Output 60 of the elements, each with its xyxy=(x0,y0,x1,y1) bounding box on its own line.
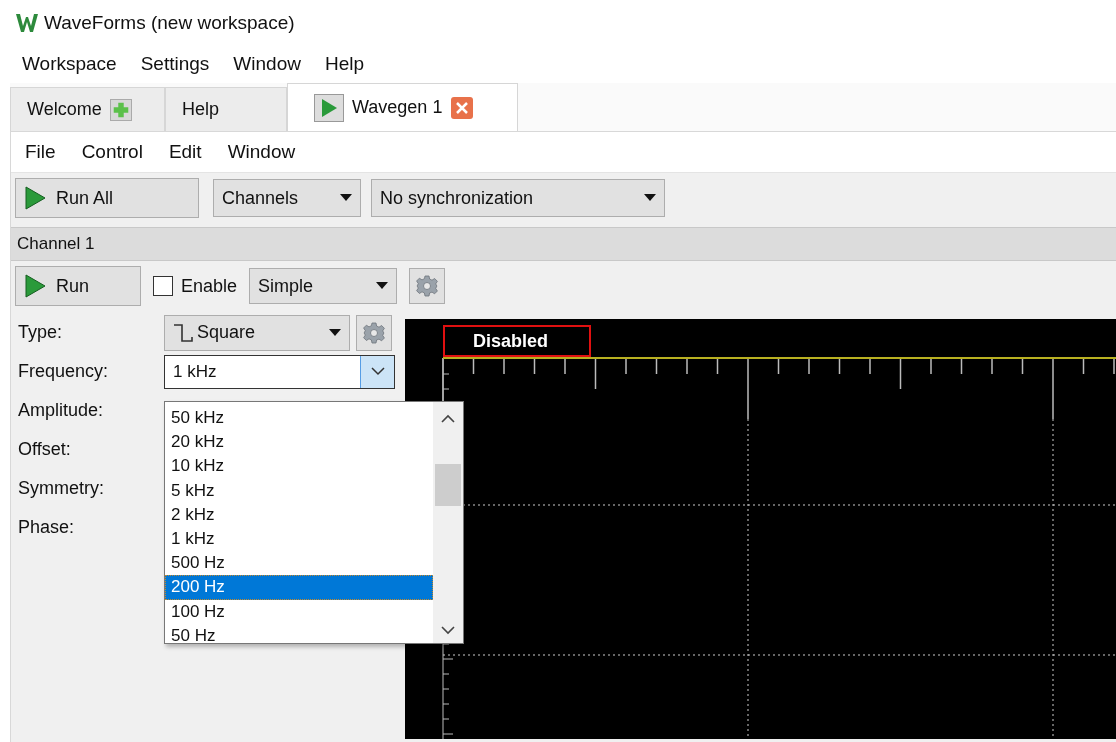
tab[interactable]: Help xyxy=(165,87,287,131)
caret-icon xyxy=(340,194,352,202)
field-label: Amplitude: xyxy=(18,400,105,421)
dropdown-option[interactable]: 500 Hz xyxy=(165,551,433,576)
menu-item[interactable]: Edit xyxy=(158,137,212,167)
frequency-combo[interactable]: 1 kHz xyxy=(164,354,395,389)
run-all-button[interactable]: Run All xyxy=(15,178,199,218)
logo-icon xyxy=(16,12,38,33)
dropdown-option[interactable]: 200 Hz xyxy=(165,575,433,600)
mode-dropdown[interactable]: Simple xyxy=(249,268,398,304)
type-dropdown[interactable]: Square xyxy=(164,314,350,351)
dropdown-option[interactable]: 20 kHz xyxy=(165,430,433,455)
menu-item[interactable]: File xyxy=(15,137,66,167)
menu-item[interactable]: Window xyxy=(223,49,311,79)
add-icon[interactable] xyxy=(109,98,132,121)
dropdown-option[interactable]: 50 Hz xyxy=(165,623,433,648)
menu-item[interactable]: Window xyxy=(217,137,306,167)
scrollbar[interactable] xyxy=(433,402,463,643)
tab[interactable]: Welcome xyxy=(10,87,165,131)
play-icon xyxy=(22,185,48,211)
field-label: Phase: xyxy=(18,517,76,538)
close-icon[interactable] xyxy=(450,95,475,120)
scroll-up-icon[interactable] xyxy=(441,414,455,423)
play-icon xyxy=(314,93,344,122)
dropdown-button[interactable] xyxy=(360,355,394,388)
dropdown-option[interactable]: 100 Hz xyxy=(165,599,433,624)
settings-button[interactable] xyxy=(409,268,446,304)
dropdown-option[interactable]: 10 kHz xyxy=(165,454,433,479)
menu-item[interactable]: Settings xyxy=(130,49,220,79)
checkbox[interactable] xyxy=(153,276,173,296)
dropdown-option[interactable]: 5 kHz xyxy=(165,478,433,503)
channel-header: Channel 1 xyxy=(17,234,95,254)
menu-item[interactable]: Help xyxy=(314,49,374,79)
window-title: WaveForms (new workspace) xyxy=(44,11,295,34)
status-label: Disabled xyxy=(443,325,591,357)
dropdown-option[interactable]: 2 kHz xyxy=(165,502,433,527)
menu-item[interactable]: Control xyxy=(71,137,153,167)
sync-dropdown[interactable]: No synchronization xyxy=(371,179,665,217)
checkbox-label: Enable xyxy=(181,275,238,297)
dropdown-option[interactable]: 50 kHz xyxy=(165,406,433,431)
field-label: Offset: xyxy=(18,439,72,460)
run-button[interactable]: Run xyxy=(15,266,141,306)
type-value: Square xyxy=(197,322,256,343)
field-label: Frequency: xyxy=(18,361,110,382)
gear-icon xyxy=(415,274,440,298)
gear-icon xyxy=(362,320,386,345)
caret-icon xyxy=(376,282,389,290)
tab[interactable]: Wavegen 1 xyxy=(287,83,518,131)
dropdown-option[interactable]: 1 kHz xyxy=(165,526,433,552)
channels-dropdown[interactable]: Channels xyxy=(213,179,361,217)
caret-icon xyxy=(329,328,341,337)
caret-icon xyxy=(644,194,656,202)
square-wave-icon xyxy=(173,321,195,344)
menu-item[interactable]: Workspace xyxy=(12,49,127,79)
field-label: Symmetry: xyxy=(18,478,105,499)
field-label: Type: xyxy=(18,322,64,343)
chevron-icon xyxy=(370,367,385,376)
play-icon xyxy=(22,273,48,299)
scroll-thumb[interactable] xyxy=(435,464,461,506)
scroll-down-icon[interactable] xyxy=(441,626,455,635)
